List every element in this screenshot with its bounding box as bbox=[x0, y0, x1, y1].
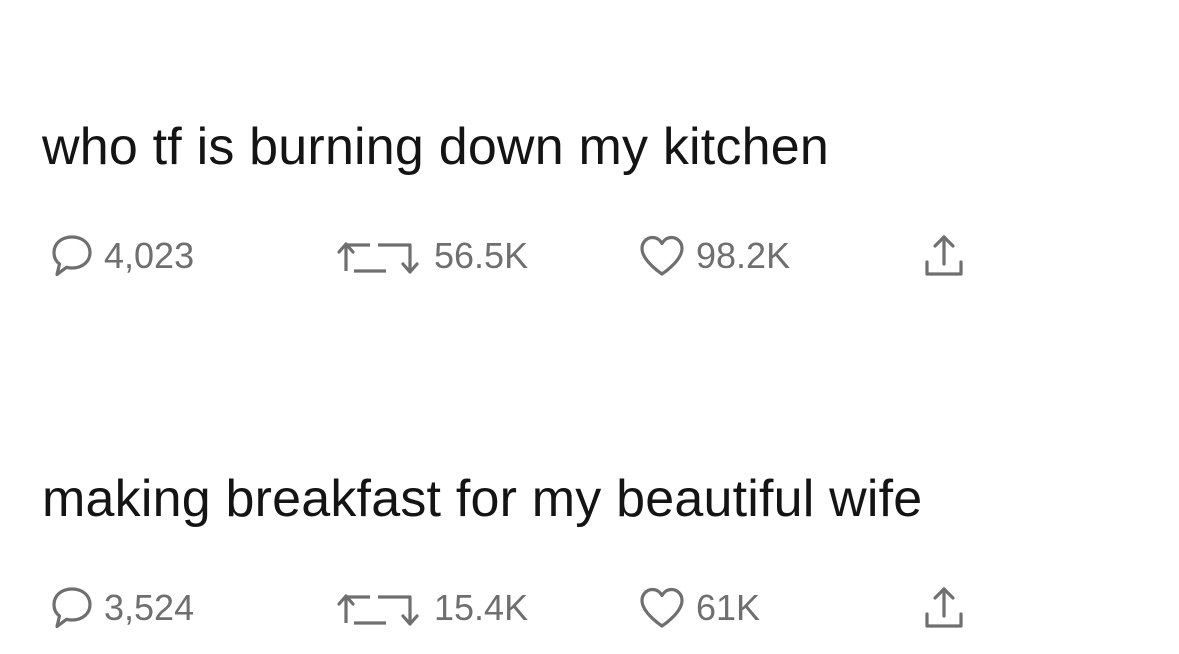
speech-bubble-icon bbox=[52, 235, 92, 277]
tweet: who tf is burning down my kitchen 4,023 … bbox=[42, 112, 1162, 286]
retweet-arrows-icon bbox=[337, 242, 419, 274]
retweet-count: 56.5K bbox=[434, 235, 529, 276]
like-count: 98.2K bbox=[696, 235, 791, 276]
tweet-actions-bar: 4,023 56.5K 98.2K bbox=[42, 226, 1162, 286]
share-button[interactable] bbox=[922, 226, 966, 286]
heart-outline-icon bbox=[640, 587, 684, 628]
like-count: 61K bbox=[696, 587, 761, 628]
speech-bubble-icon bbox=[52, 587, 92, 629]
tweet: making breakfast for my beautiful wife 3… bbox=[42, 464, 1162, 638]
reply-count: 3,524 bbox=[104, 587, 195, 628]
like-button[interactable]: 98.2K bbox=[638, 226, 790, 286]
retweet-button[interactable]: 56.5K bbox=[336, 226, 528, 286]
tweet-text: who tf is burning down my kitchen bbox=[42, 118, 829, 176]
reply-button[interactable]: 3,524 bbox=[50, 578, 194, 638]
retweet-arrows-icon bbox=[337, 594, 419, 626]
like-button[interactable]: 61K bbox=[638, 578, 760, 638]
share-upload-icon bbox=[925, 235, 963, 276]
retweet-count: 15.4K bbox=[434, 587, 529, 628]
tweet-text: making breakfast for my beautiful wife bbox=[42, 470, 923, 528]
share-button[interactable] bbox=[922, 578, 966, 638]
retweet-button[interactable]: 15.4K bbox=[336, 578, 528, 638]
heart-outline-icon bbox=[640, 235, 684, 276]
reply-button[interactable]: 4,023 bbox=[50, 226, 194, 286]
share-upload-icon bbox=[925, 587, 963, 628]
reply-count: 4,023 bbox=[104, 235, 195, 276]
tweet-actions-bar: 3,524 15.4K 61K bbox=[42, 578, 1162, 638]
